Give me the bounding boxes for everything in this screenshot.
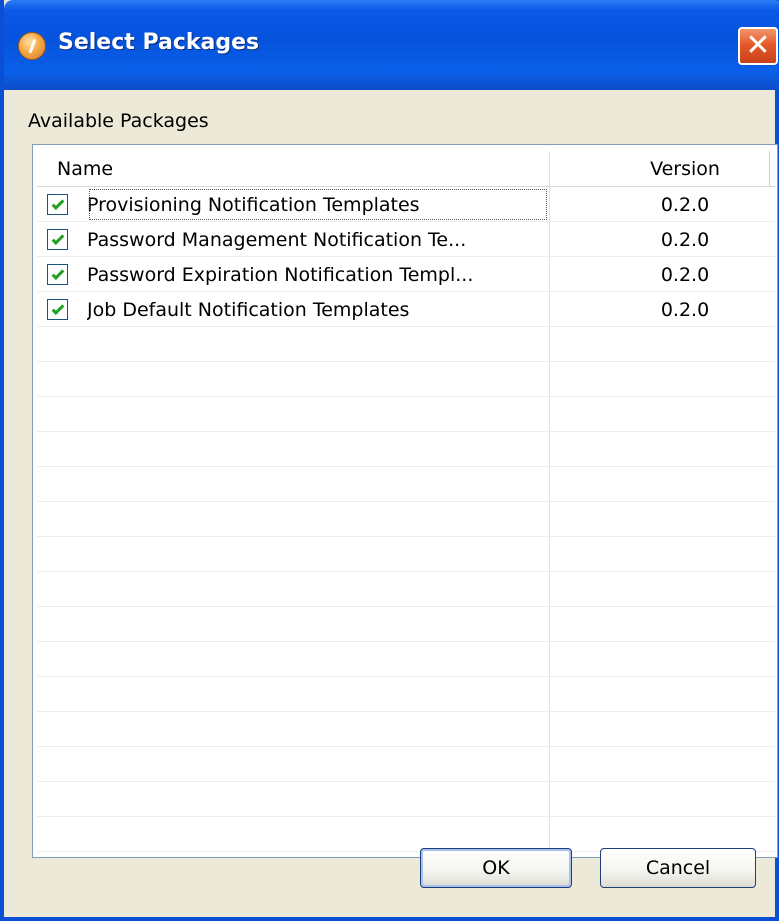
table-row-empty [37, 677, 775, 712]
package-name: Job Default Notification Templates [87, 298, 410, 321]
close-button[interactable]: ✕ [738, 27, 778, 65]
table-row[interactable]: Password Expiration Notification Templ..… [37, 257, 775, 292]
dialog-window: Select Packages ✕ Available Packages Nam… [0, 0, 779, 921]
package-version: 0.2.0 [660, 298, 710, 321]
dialog-content: Available Packages Name Version Provisio… [8, 90, 779, 917]
cancel-button[interactable]: Cancel [600, 848, 756, 888]
table-row[interactable]: Provisioning Notification Templates 0.2.… [37, 187, 775, 222]
check-icon [51, 231, 64, 245]
column-header-name[interactable]: Name [57, 151, 113, 187]
check-icon [51, 196, 64, 210]
table-row-empty [37, 642, 775, 677]
app-icon [18, 32, 46, 60]
column-header-version[interactable]: Version [627, 151, 743, 187]
table-row-empty [37, 537, 775, 572]
package-checkbox[interactable] [47, 229, 68, 250]
package-name: Password Expiration Notification Templ..… [87, 263, 474, 286]
package-version: 0.2.0 [660, 263, 710, 286]
ok-button[interactable]: OK [420, 848, 572, 888]
table-row[interactable]: Password Management Notification Te... 0… [37, 222, 775, 257]
package-version: 0.2.0 [660, 193, 710, 216]
table-row-empty [37, 502, 775, 537]
column-divider-right[interactable] [769, 151, 770, 187]
table-row-empty [37, 712, 775, 747]
package-checkbox[interactable] [47, 299, 68, 320]
package-version: 0.2.0 [660, 228, 710, 251]
table-row-empty [37, 782, 775, 817]
table-row-empty [37, 572, 775, 607]
title-bar[interactable]: Select Packages ✕ [4, 0, 779, 90]
table-row-empty [37, 362, 775, 397]
table-row-empty [37, 327, 775, 362]
table-header: Name Version [37, 151, 775, 187]
table-row[interactable]: Job Default Notification Templates 0.2.0 [37, 292, 775, 327]
table-row-empty [37, 467, 775, 502]
table-row-empty [37, 747, 775, 782]
package-checkbox[interactable] [47, 194, 68, 215]
table-rows: Provisioning Notification Templates 0.2.… [37, 187, 775, 852]
window-title: Select Packages [58, 30, 260, 55]
check-icon [51, 301, 64, 315]
table-row-empty [37, 817, 775, 852]
package-name: Provisioning Notification Templates [87, 187, 549, 222]
package-checkbox[interactable] [47, 264, 68, 285]
available-packages-label: Available Packages [28, 110, 209, 132]
table-row-empty [37, 432, 775, 467]
table-row-empty [37, 607, 775, 642]
package-name: Password Management Notification Te... [87, 228, 467, 251]
close-icon: ✕ [745, 28, 771, 63]
check-icon [51, 266, 64, 280]
packages-table: Name Version Provisioning Notification T… [32, 144, 778, 858]
table-row-empty [37, 397, 775, 432]
